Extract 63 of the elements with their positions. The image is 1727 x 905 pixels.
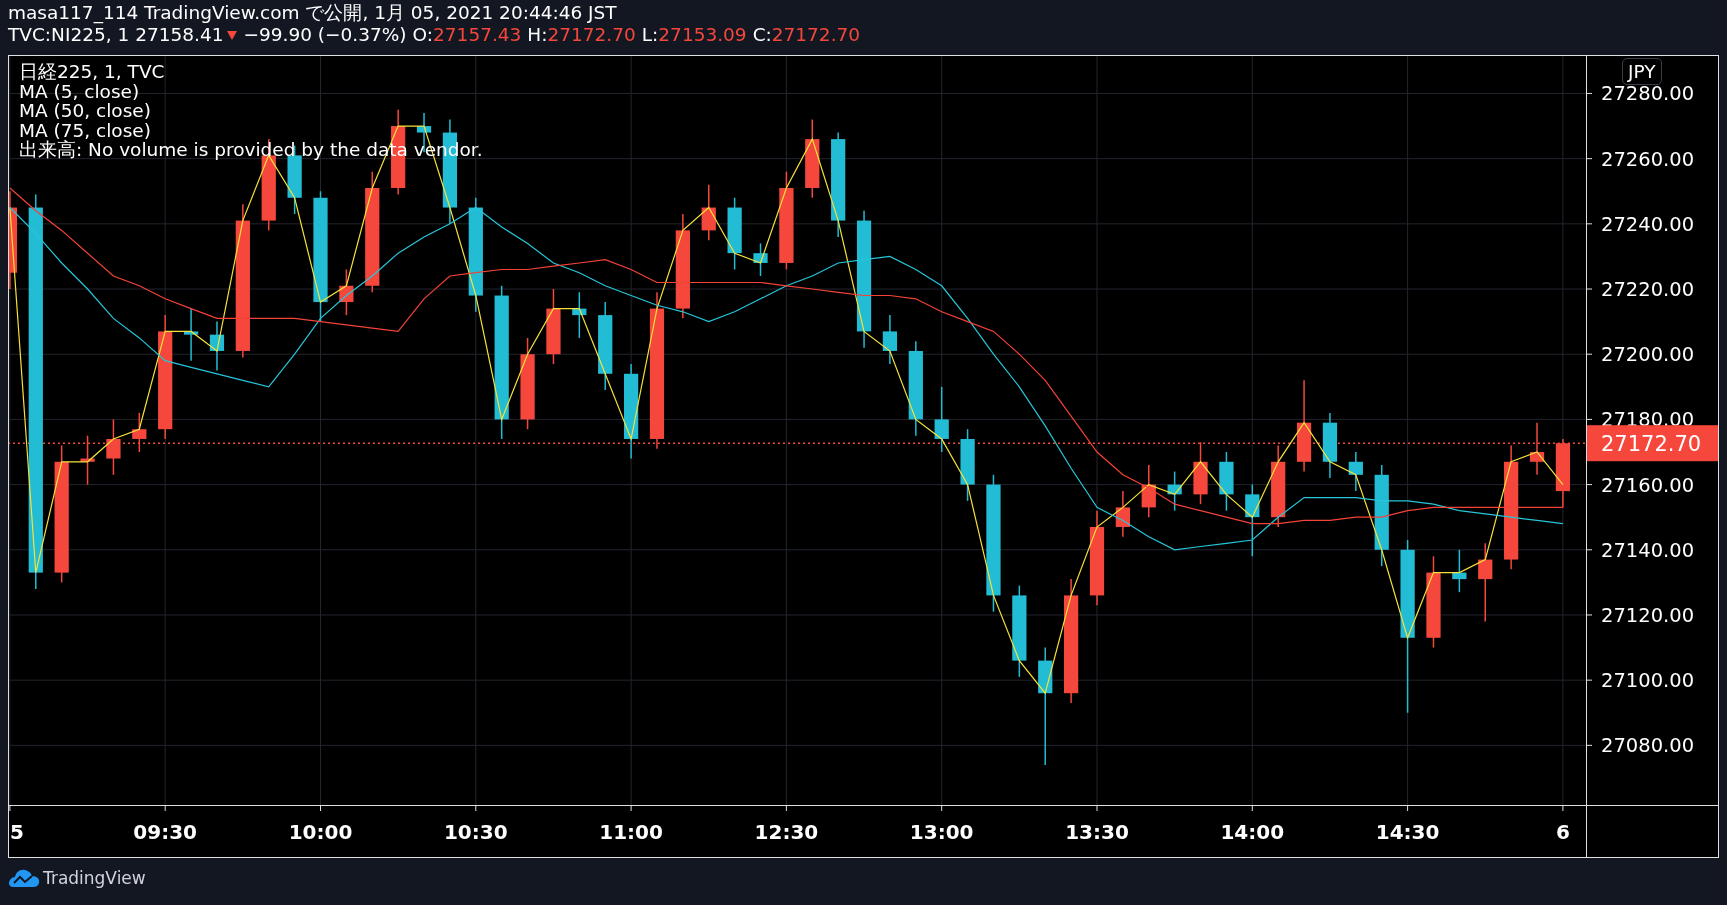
candle — [572, 291, 587, 339]
ohlc-label: H: — [527, 24, 548, 46]
candle — [183, 307, 199, 362]
candle — [80, 434, 95, 486]
ohlc-label: C: — [752, 24, 772, 46]
time-label: 10:30 — [443, 820, 508, 844]
price-label: 27160.00 — [1601, 473, 1695, 497]
publish-info: masa117_114 TradingView.com で公開, 1月 05, 2021 20:44:46 JST — [8, 2, 617, 24]
candle — [1141, 464, 1156, 518]
candle — [934, 386, 949, 453]
candle — [1555, 438, 1570, 509]
indicator-label: MA (75, close) — [19, 120, 152, 140]
candle — [339, 268, 354, 316]
price-label: 27140.00 — [1601, 538, 1695, 562]
ohlc-label: O: — [412, 24, 434, 46]
brand-name: TradingView — [43, 868, 146, 888]
ref-line-label: 27172.70 — [1601, 432, 1702, 457]
last-price: 27158.41 — [135, 24, 224, 46]
time-label: 14:30 — [1375, 820, 1440, 844]
price-label: 27100.00 — [1601, 669, 1695, 693]
symbol-label: TVC:NI225, 1 — [8, 24, 130, 46]
candle — [1193, 441, 1208, 505]
indicator-label: MA (50, close) — [19, 101, 152, 121]
time-label: 5 — [10, 820, 24, 844]
ohlc-value: 27157.43 — [433, 24, 522, 46]
time-label: 09:30 — [133, 820, 198, 844]
candle — [1322, 412, 1338, 479]
candle — [701, 184, 716, 241]
chart-title: 日経225, 1, TVC — [19, 62, 166, 82]
candle — [1219, 451, 1234, 512]
ohlc-value: 27153.09 — [658, 24, 747, 46]
candle — [1529, 421, 1545, 476]
candle — [753, 242, 768, 277]
time-label: 10:00 — [288, 820, 353, 844]
cloud-chart-icon — [8, 868, 40, 888]
time-label: 13:30 — [1065, 820, 1129, 844]
ohlc-value: 27172.70 — [771, 24, 861, 46]
time-label: 6 — [1555, 820, 1570, 844]
price-label: 27220.00 — [1601, 278, 1695, 302]
price-label: 27120.00 — [1601, 603, 1695, 627]
candle — [1115, 490, 1130, 538]
indicator-label: MA (5, close) — [19, 81, 141, 101]
candle — [1167, 470, 1182, 512]
time-label: 11:00 — [599, 820, 663, 844]
candle — [209, 320, 225, 372]
price-label: 27280.00 — [1601, 82, 1695, 106]
ohlc-value: 27172.70 — [547, 24, 636, 46]
price-label: 27080.00 — [1601, 734, 1695, 758]
candle — [106, 418, 121, 476]
price-label: 27200.00 — [1601, 343, 1695, 367]
price-label: 27260.00 — [1601, 147, 1695, 171]
price-label: 27240.00 — [1601, 212, 1695, 236]
price-change: −99.90 (−0.37%) — [243, 24, 407, 46]
time-label: 14:00 — [1220, 820, 1285, 844]
last-price-badge: 27172.70 — [1587, 425, 1718, 462]
candle — [882, 314, 898, 365]
candle — [1452, 549, 1467, 593]
candle — [132, 412, 147, 453]
time-label: 13:00 — [909, 820, 974, 844]
time-label: 12:30 — [754, 820, 819, 844]
currency-button[interactable]: JPY — [1622, 58, 1662, 85]
candle — [1348, 451, 1363, 492]
ohlc-label: L: — [641, 24, 659, 46]
